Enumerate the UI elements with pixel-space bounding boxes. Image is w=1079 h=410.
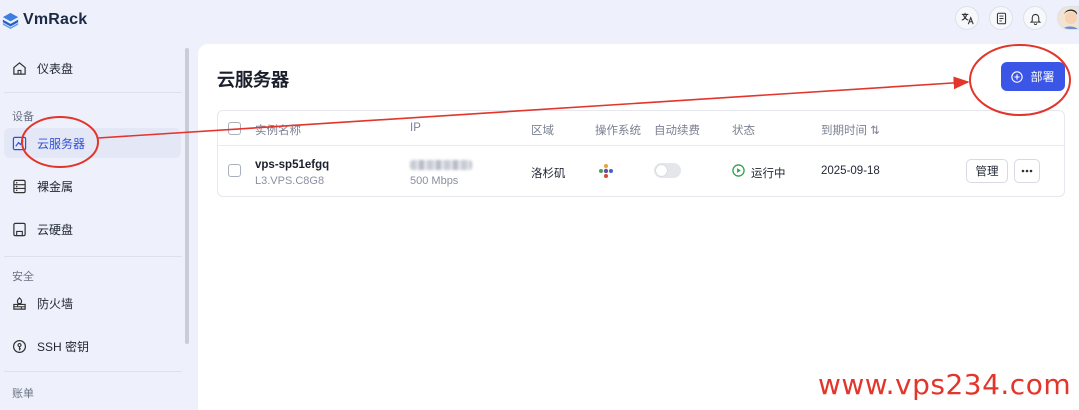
server-icon — [13, 179, 26, 193]
watermark-text: www.vps234.com — [818, 368, 1072, 401]
sidebar-item-bare-metal[interactable]: 裸金属 — [4, 171, 181, 201]
manage-label: 管理 — [975, 166, 999, 178]
app-name: VmRack — [23, 11, 88, 28]
sidebar-item-label: 防火墙 — [37, 296, 74, 311]
page-title: 云服务器 — [217, 70, 289, 90]
col-name: 实例名称 — [255, 125, 301, 137]
autorenew-toggle[interactable] — [654, 163, 681, 178]
sidebar-item-label: SSH 密钥 — [37, 339, 90, 354]
more-icon — [1021, 169, 1033, 173]
sidebar-item-label: 云服务器 — [37, 136, 86, 151]
sidebar-item-firewall[interactable]: 防火墙 — [4, 288, 181, 318]
key-icon — [12, 339, 27, 353]
status-text: 运行中 — [751, 168, 786, 180]
col-autorenew: 自动续费 — [654, 125, 700, 137]
select-all-checkbox[interactable] — [228, 122, 241, 135]
sidebar-item-label: 云硬盘 — [37, 222, 74, 237]
sidebar-item-cloud-disk[interactable]: 云硬盘 — [4, 214, 181, 244]
disk-icon — [13, 222, 26, 236]
deploy-label: 部署 — [1030, 70, 1055, 84]
region: 洛杉矶 — [531, 168, 566, 180]
instance-spec: L3.VPS.C8G8 — [255, 175, 325, 187]
sidebar-item-cloud-servers[interactable]: 云服务器 — [4, 128, 181, 158]
chart-icon — [12, 136, 27, 150]
col-region: 区域 — [531, 125, 554, 137]
sidebar-divider — [4, 371, 182, 372]
plus-circle-icon — [1011, 70, 1024, 83]
sidebar-item-ssh-keys[interactable]: SSH 密钥 — [4, 331, 181, 361]
sidebar-divider — [4, 92, 182, 93]
sidebar-item-dashboard[interactable]: 仪表盘 — [4, 53, 181, 83]
sidebar-scrollbar[interactable] — [185, 48, 189, 344]
main-content: 云服务器 部署 实例名称 IP 区域 操作系统 自动续费 状态 到期时间 ⇅ v… — [198, 44, 1079, 410]
col-status: 状态 — [732, 125, 755, 137]
top-bar: VmRack — [0, 0, 1079, 40]
instances-table: 实例名称 IP 区域 操作系统 自动续费 状态 到期时间 ⇅ vps-sp51e… — [217, 110, 1065, 197]
more-actions-button[interactable] — [1014, 159, 1040, 183]
logo[interactable]: VmRack — [2, 11, 87, 29]
bandwidth: 500 Mbps — [410, 175, 459, 187]
table-header: 实例名称 IP 区域 操作系统 自动续费 状态 到期时间 ⇅ — [218, 111, 1064, 146]
home-icon — [13, 61, 26, 75]
instance-name[interactable]: vps-sp51efgq — [255, 159, 329, 171]
sidebar: 仪表盘 设备 云服务器 裸金属 云硬盘 安全 防火墙 SSH 密钥 账单 — [0, 44, 190, 410]
expiry-date: 2025-09-18 — [821, 165, 880, 177]
sidebar-divider — [4, 256, 182, 257]
sidebar-item-label: 裸金属 — [37, 179, 74, 194]
sidebar-item-label: 仪表盘 — [37, 61, 74, 76]
logo-icon — [2, 12, 19, 29]
bell-icon[interactable] — [1023, 6, 1047, 30]
section-security: 安全 — [12, 271, 34, 283]
col-os: 操作系统 — [595, 125, 641, 137]
col-expiry-sort[interactable]: 到期时间 ⇅ — [821, 122, 880, 138]
avatar[interactable] — [1057, 6, 1079, 30]
document-icon[interactable] — [989, 6, 1013, 30]
deploy-button[interactable]: 部署 — [1001, 62, 1065, 91]
col-ip: IP — [410, 122, 421, 134]
section-billing: 账单 — [12, 388, 34, 400]
translate-icon[interactable] — [955, 6, 979, 30]
firewall-icon — [13, 296, 26, 310]
os-logo-icon — [599, 164, 613, 178]
section-devices: 设备 — [12, 111, 34, 123]
manage-button[interactable]: 管理 — [966, 159, 1008, 183]
row-checkbox[interactable] — [228, 164, 241, 177]
ip-address-blurred — [410, 160, 472, 170]
running-status-icon — [732, 164, 745, 177]
